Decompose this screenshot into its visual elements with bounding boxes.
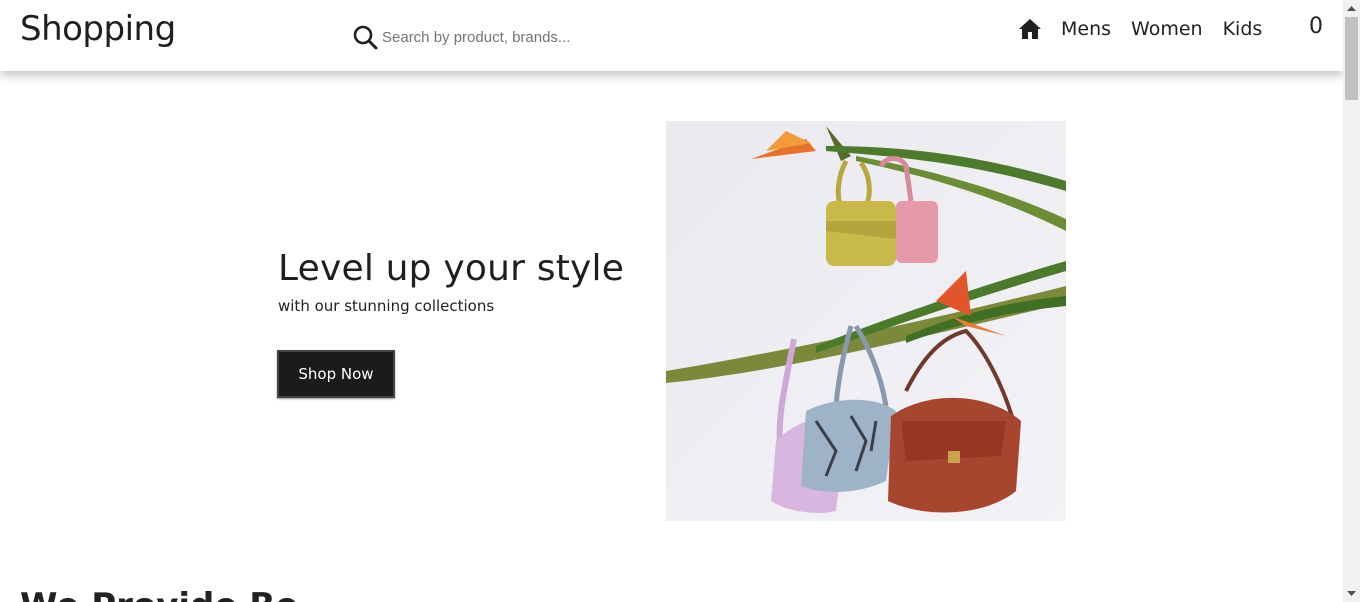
- scroll-up-arrow-icon[interactable]: [1343, 0, 1360, 17]
- scroll-down-arrow-icon[interactable]: [1343, 585, 1360, 602]
- top-header: Shopping Mens Women Kids 0: [0, 0, 1343, 71]
- nav-link-kids[interactable]: Kids: [1223, 18, 1263, 40]
- vertical-scrollbar[interactable]: [1343, 0, 1360, 602]
- nav-link-mens[interactable]: Mens: [1061, 18, 1111, 40]
- scrollbar-thumb[interactable]: [1345, 17, 1358, 100]
- hero-subtitle: with our stunning collections: [278, 297, 495, 315]
- search-input[interactable]: [382, 23, 642, 51]
- search-bar: [352, 22, 652, 52]
- section-heading: We Provide Be: [20, 586, 298, 602]
- hero-title: Level up your style: [278, 248, 625, 289]
- hero-image: [666, 121, 1066, 521]
- main-nav: Mens Women Kids: [1017, 16, 1282, 42]
- cart-count[interactable]: 0: [1309, 14, 1323, 39]
- search-icon[interactable]: [352, 24, 378, 50]
- hero-text: Level up your style with our stunning co…: [278, 248, 624, 315]
- shop-now-button[interactable]: Shop Now: [277, 350, 395, 398]
- home-icon[interactable]: [1017, 16, 1043, 42]
- page: Shopping Mens Women Kids 0 Level up your: [0, 0, 1343, 602]
- nav-link-women[interactable]: Women: [1131, 18, 1203, 40]
- brand-logo[interactable]: Shopping: [20, 9, 176, 49]
